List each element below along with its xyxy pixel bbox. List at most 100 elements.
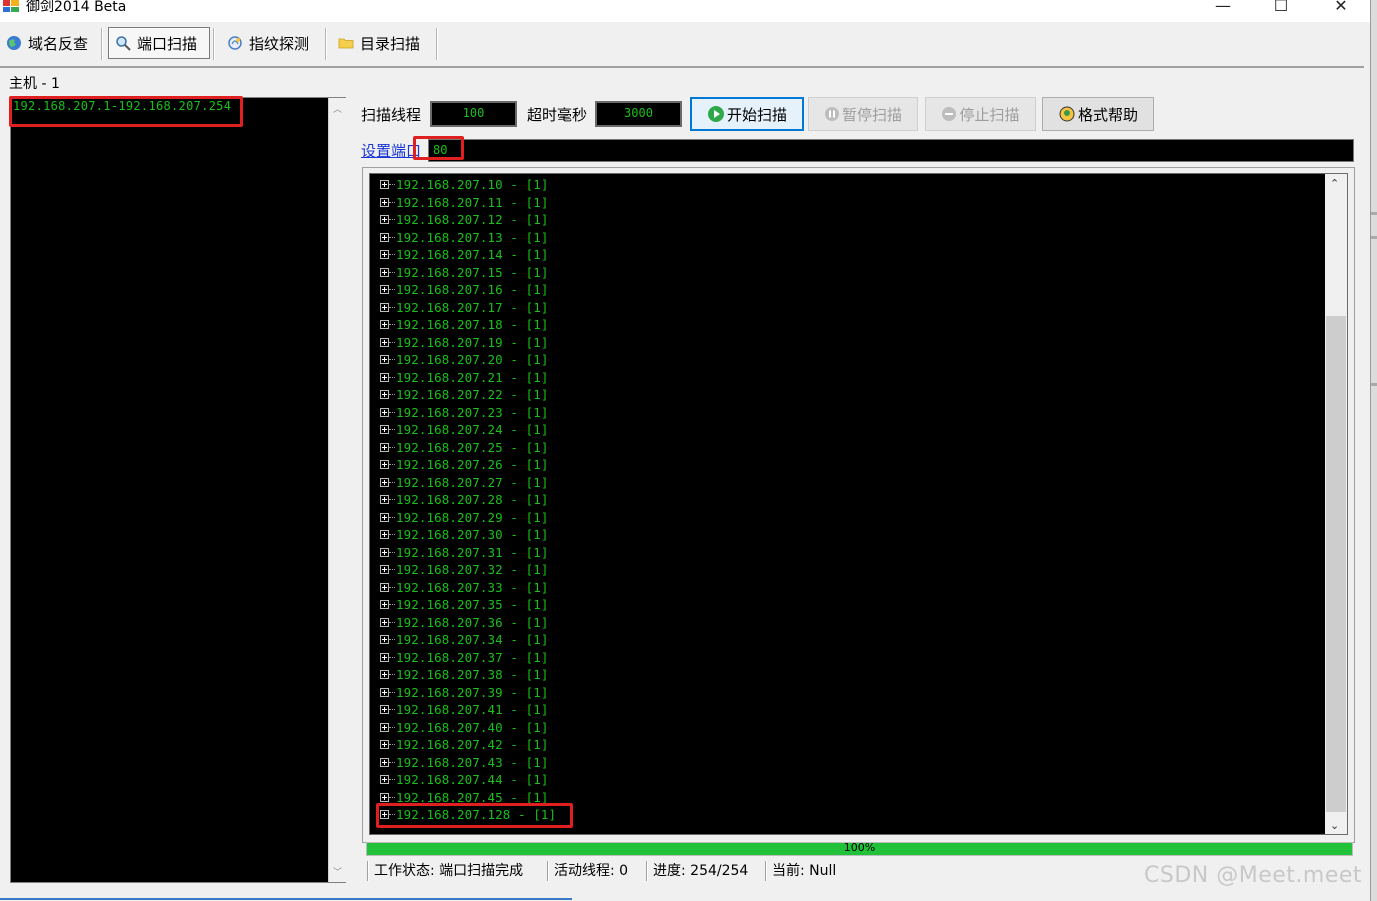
expand-icon[interactable] bbox=[380, 232, 389, 242]
expand-icon[interactable] bbox=[380, 565, 389, 574]
tree-row[interactable]: 192.168.207.38 - [1] bbox=[380, 666, 549, 683]
expand-icon[interactable] bbox=[380, 267, 389, 277]
tree-row[interactable]: 192.168.207.14 - [1] bbox=[380, 246, 549, 263]
expand-icon[interactable] bbox=[380, 652, 389, 662]
close-button[interactable]: ✕ bbox=[1318, 0, 1364, 22]
port-input[interactable]: 80 bbox=[428, 139, 1354, 162]
expand-icon[interactable] bbox=[380, 285, 389, 294]
expand-icon[interactable] bbox=[380, 687, 389, 697]
tree-row[interactable]: 192.168.207.24 - [1] bbox=[380, 421, 549, 438]
expand-icon[interactable] bbox=[380, 197, 389, 207]
tree-row[interactable]: 192.168.207.25 - [1] bbox=[380, 439, 549, 456]
scroll-up-icon[interactable]: ⌃ bbox=[1330, 177, 1339, 190]
expand-icon[interactable] bbox=[380, 477, 389, 487]
timeout-input[interactable]: 3000 bbox=[595, 101, 682, 127]
start-scan-button[interactable]: 开始扫描 bbox=[690, 97, 804, 131]
tree-row[interactable]: 192.168.207.15 - [1] bbox=[380, 264, 549, 281]
tab-port-scan[interactable]: 端口扫描 bbox=[108, 27, 210, 59]
expand-icon[interactable] bbox=[380, 740, 389, 749]
tree-row[interactable]: 192.168.207.13 - [1] bbox=[380, 229, 549, 246]
expand-icon[interactable] bbox=[380, 302, 389, 312]
expand-icon[interactable] bbox=[380, 425, 389, 434]
host-list[interactable] bbox=[10, 97, 346, 883]
expand-icon[interactable] bbox=[380, 512, 389, 522]
expand-icon[interactable] bbox=[380, 547, 389, 557]
tab-directory-scan[interactable]: 目录扫描 bbox=[332, 27, 432, 59]
expand-icon[interactable] bbox=[380, 320, 389, 329]
tree-row[interactable]: 192.168.207.41 - [1] bbox=[380, 701, 549, 718]
expand-icon[interactable] bbox=[380, 617, 389, 627]
expand-icon[interactable] bbox=[380, 355, 389, 364]
tree-row[interactable]: 192.168.207.27 - [1] bbox=[380, 474, 549, 491]
tree-row[interactable]: 192.168.207.11 - [1] bbox=[380, 194, 549, 211]
tree-row[interactable]: 192.168.207.33 - [1] bbox=[380, 579, 549, 596]
maximize-button[interactable]: ☐ bbox=[1258, 0, 1304, 22]
tree-row-label: 192.168.207.44 - [1] bbox=[396, 772, 549, 787]
expand-icon[interactable] bbox=[380, 670, 389, 679]
tree-row-label: 192.168.207.37 - [1] bbox=[396, 649, 549, 665]
expand-icon[interactable] bbox=[380, 775, 389, 784]
minimize-button[interactable]: — bbox=[1200, 0, 1246, 22]
tab-fingerprint[interactable]: 指纹探测 bbox=[221, 27, 321, 59]
host-scrollbar[interactable]: ︿ ﹀ bbox=[328, 98, 346, 882]
expand-icon[interactable] bbox=[380, 372, 389, 382]
tree-row[interactable]: 192.168.207.20 - [1] bbox=[380, 351, 549, 368]
tree-row-label: 192.168.207.21 - [1] bbox=[396, 369, 549, 385]
tree-row[interactable]: 192.168.207.35 - [1] bbox=[380, 596, 549, 613]
tab-domain-lookup[interactable]: 域名反查 bbox=[0, 27, 96, 59]
expand-icon[interactable] bbox=[380, 250, 389, 259]
tree-row[interactable]: 192.168.207.21 - [1] bbox=[380, 369, 549, 386]
expand-icon[interactable] bbox=[380, 722, 389, 732]
tree-row[interactable]: 192.168.207.40 - [1] bbox=[380, 719, 549, 736]
tree-row[interactable]: 192.168.207.42 - [1] bbox=[380, 736, 549, 753]
expand-icon[interactable] bbox=[380, 215, 389, 224]
tree-row[interactable]: 192.168.207.29 - [1] bbox=[380, 509, 549, 526]
scroll-down-icon[interactable]: ⌄ bbox=[1330, 819, 1339, 832]
tree-row[interactable]: 192.168.207.17 - [1] bbox=[380, 299, 549, 316]
tree-row[interactable]: 192.168.207.12 - [1] bbox=[380, 211, 549, 228]
tree-row[interactable]: 192.168.207.34 - [1] bbox=[380, 631, 549, 648]
expand-icon[interactable] bbox=[380, 705, 389, 714]
tree-row-label: 192.168.207.28 - [1] bbox=[396, 492, 549, 507]
expand-icon[interactable] bbox=[380, 530, 389, 539]
tree-row[interactable]: 192.168.207.23 - [1] bbox=[380, 404, 549, 421]
tree-row[interactable]: 192.168.207.37 - [1] bbox=[380, 649, 549, 666]
tree-connector bbox=[389, 341, 395, 343]
tree-connector bbox=[389, 271, 395, 273]
tree-row[interactable]: 192.168.207.31 - [1] bbox=[380, 544, 549, 561]
expand-icon[interactable] bbox=[380, 442, 389, 452]
tree-row[interactable]: 192.168.207.43 - [1] bbox=[380, 754, 549, 771]
tree-row[interactable]: 192.168.207.26 - [1] bbox=[380, 456, 549, 473]
tree-row[interactable]: 192.168.207.19 - [1] bbox=[380, 334, 549, 351]
tree-row[interactable]: 192.168.207.18 - [1] bbox=[380, 316, 549, 333]
stop-scan-button[interactable]: 停止扫描 bbox=[925, 97, 1036, 131]
threads-input[interactable]: 100 bbox=[430, 101, 517, 127]
expand-icon[interactable] bbox=[380, 337, 389, 347]
expand-icon[interactable] bbox=[380, 757, 389, 767]
tree-row[interactable]: 192.168.207.16 - [1] bbox=[380, 281, 549, 298]
set-port-link[interactable]: 设置端口 bbox=[361, 140, 421, 161]
expand-icon[interactable] bbox=[380, 635, 389, 644]
tree-row[interactable]: 192.168.207.39 - [1] bbox=[380, 684, 549, 701]
tree-row[interactable]: 192.168.207.22 - [1] bbox=[380, 386, 549, 403]
tree-row[interactable]: 192.168.207.30 - [1] bbox=[380, 526, 549, 543]
scroll-up-icon[interactable]: ︿ bbox=[333, 102, 342, 115]
scroll-down-icon[interactable]: ﹀ bbox=[333, 865, 342, 878]
expand-icon[interactable] bbox=[380, 792, 389, 802]
expand-icon[interactable] bbox=[380, 180, 389, 189]
tree-row[interactable]: 192.168.207.10 - [1] bbox=[380, 176, 549, 193]
expand-icon[interactable] bbox=[380, 495, 389, 504]
tree-row[interactable]: 192.168.207.44 - [1] bbox=[380, 771, 549, 788]
tree-row[interactable]: 192.168.207.28 - [1] bbox=[380, 491, 549, 508]
pause-scan-button[interactable]: 暂停扫描 bbox=[808, 97, 918, 131]
scroll-thumb[interactable] bbox=[1326, 316, 1346, 812]
expand-icon[interactable] bbox=[380, 407, 389, 417]
expand-icon[interactable] bbox=[380, 390, 389, 399]
expand-icon[interactable] bbox=[380, 582, 389, 592]
tree-row-label: 192.168.207.29 - [1] bbox=[396, 509, 549, 525]
tree-row[interactable]: 192.168.207.32 - [1] bbox=[380, 561, 549, 578]
expand-icon[interactable] bbox=[380, 460, 389, 469]
expand-icon[interactable] bbox=[380, 600, 389, 609]
tree-row[interactable]: 192.168.207.36 - [1] bbox=[380, 614, 549, 631]
format-help-button[interactable]: 格式帮助 bbox=[1042, 97, 1154, 131]
